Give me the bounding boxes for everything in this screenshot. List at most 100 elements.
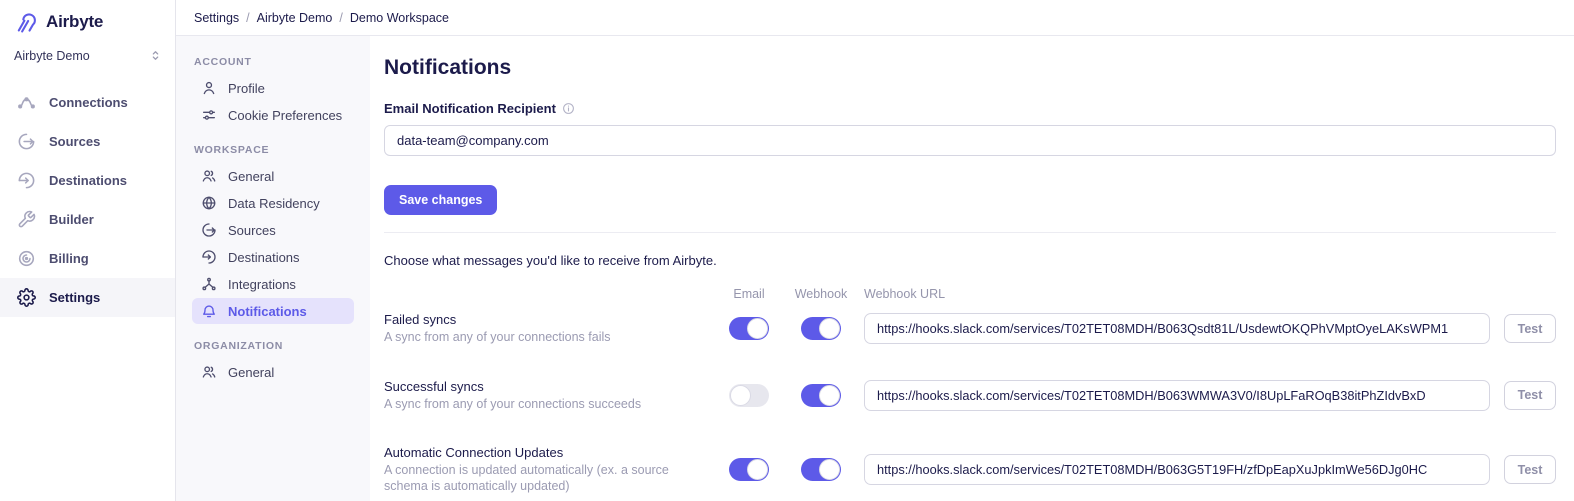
notification-description: A sync from any of your connections fail… xyxy=(384,330,710,346)
sidebar-item-billing[interactable]: Billing xyxy=(0,239,175,278)
sliders-icon xyxy=(201,107,217,123)
email-column-header: Email xyxy=(720,287,778,301)
users-icon xyxy=(201,364,217,380)
webhook-url-input[interactable] xyxy=(864,313,1490,344)
webhook-toggle-knob xyxy=(819,385,840,406)
save-changes-button[interactable]: Save changes xyxy=(384,185,497,215)
email-recipient-label: Email Notification Recipient xyxy=(384,101,1556,116)
settings-nav-item-label: Data Residency xyxy=(228,196,320,211)
notifications-table: Failed syncs A sync from any of your conn… xyxy=(384,312,1556,495)
settings-nav-item-cookie-preferences[interactable]: Cookie Preferences xyxy=(192,102,354,128)
webhook-url-input[interactable] xyxy=(864,454,1490,485)
test-button[interactable]: Test xyxy=(1504,455,1556,484)
integrations-icon xyxy=(201,276,217,292)
chevrons-updown-icon xyxy=(148,48,163,63)
app-window: Airbyte Airbyte Demo Connections Sources D… xyxy=(0,0,1574,501)
main-nav: Connections Sources Destinations Builder Bil… xyxy=(0,83,175,317)
workspace-selector[interactable]: Airbyte Demo xyxy=(0,38,175,73)
notifications-table-header: Email Webhook Webhook URL xyxy=(384,287,1556,301)
settings-nav-item-general[interactable]: General xyxy=(192,359,354,385)
airbyte-logo-icon xyxy=(14,9,39,34)
settings-nav-item-sources[interactable]: Sources xyxy=(192,217,354,243)
email-toggle[interactable] xyxy=(729,384,769,407)
email-toggle[interactable] xyxy=(729,458,769,481)
airbyte-logo[interactable]: Airbyte xyxy=(0,0,175,38)
notifications-intro-text: Choose what messages you'd like to recei… xyxy=(384,253,1556,268)
settings-nav-item-profile[interactable]: Profile xyxy=(192,75,354,101)
destinations-icon xyxy=(17,171,36,190)
settings-nav-item-destinations[interactable]: Destinations xyxy=(192,244,354,270)
connections-icon xyxy=(17,93,36,112)
webhook-toggle[interactable] xyxy=(801,384,841,407)
notification-row-automatic-connection-updates: Automatic Connection Updates A connection… xyxy=(384,445,1556,494)
globe-icon xyxy=(201,195,217,211)
notification-title: Successful syncs xyxy=(384,379,710,394)
email-toggle-knob xyxy=(747,459,768,480)
test-button[interactable]: Test xyxy=(1504,381,1556,410)
webhook-column-header: Webhook xyxy=(790,287,852,301)
settings-nav-item-notifications[interactable]: Notifications xyxy=(192,298,354,324)
sidebar-item-label: Builder xyxy=(49,212,94,227)
settings-section-title: WORKSPACE xyxy=(194,144,354,156)
sources-icon xyxy=(17,132,36,151)
webhook-toggle-knob xyxy=(819,318,840,339)
webhook-toggle[interactable] xyxy=(801,458,841,481)
email-toggle-knob xyxy=(730,385,751,406)
notification-row-successful-syncs: Successful syncs A sync from any of your … xyxy=(384,379,1556,413)
sidebar-item-sources[interactable]: Sources xyxy=(0,122,175,161)
test-button[interactable]: Test xyxy=(1504,314,1556,343)
email-recipient-input[interactable] xyxy=(384,125,1556,156)
sidebar-item-builder[interactable]: Builder xyxy=(0,200,175,239)
billing-icon xyxy=(17,249,36,268)
section-divider xyxy=(384,232,1556,233)
notification-description: A connection is updated automatically (e… xyxy=(384,463,710,494)
settings-section-title: ACCOUNT xyxy=(194,56,354,68)
email-toggle-knob xyxy=(747,318,768,339)
webhook-toggle-knob xyxy=(819,459,840,480)
airbyte-logo-text: Airbyte xyxy=(46,12,103,32)
workspace-selector-label: Airbyte Demo xyxy=(14,49,90,63)
sidebar-item-label: Settings xyxy=(49,290,100,305)
webhook-toggle[interactable] xyxy=(801,317,841,340)
webhook-url-column-header: Webhook URL xyxy=(864,287,1490,301)
settings-nav-item-general[interactable]: General xyxy=(192,163,354,189)
sidebar-item-label: Connections xyxy=(49,95,128,110)
settings-nav-item-integrations[interactable]: Integrations xyxy=(192,271,354,297)
email-toggle[interactable] xyxy=(729,317,769,340)
destinations-icon xyxy=(201,249,217,265)
settings-nav-item-label: Cookie Preferences xyxy=(228,108,342,123)
notification-title: Failed syncs xyxy=(384,312,710,327)
breadcrumb: Settings/Airbyte Demo/Demo Workspace xyxy=(194,11,449,25)
email-recipient-label-text: Email Notification Recipient xyxy=(384,101,556,116)
notification-title: Automatic Connection Updates xyxy=(384,445,710,460)
top-bar: Settings/Airbyte Demo/Demo Workspace xyxy=(176,0,1574,36)
breadcrumb-separator: / xyxy=(246,11,249,25)
settings-nav-item-label: Destinations xyxy=(228,250,300,265)
sidebar-item-label: Sources xyxy=(49,134,100,149)
notification-description: A sync from any of your connections succ… xyxy=(384,397,710,413)
user-icon xyxy=(201,80,217,96)
users-icon xyxy=(201,168,217,184)
settings-nav-item-data-residency[interactable]: Data Residency xyxy=(192,190,354,216)
settings-nav-item-label: Notifications xyxy=(228,304,307,319)
page-title: Notifications xyxy=(384,56,1556,80)
left-sidebar: Airbyte Airbyte Demo Connections Sources D… xyxy=(0,0,176,501)
sidebar-item-destinations[interactable]: Destinations xyxy=(0,161,175,200)
notification-row-failed-syncs: Failed syncs A sync from any of your conn… xyxy=(384,312,1556,346)
settings-nav-item-label: Integrations xyxy=(228,277,296,292)
settings-nav-item-label: Sources xyxy=(228,223,276,238)
settings-icon xyxy=(17,288,36,307)
settings-section-title: ORGANIZATION xyxy=(194,340,354,352)
bell-icon xyxy=(201,303,217,319)
breadcrumb-item-airbyte-demo[interactable]: Airbyte Demo xyxy=(257,11,333,25)
webhook-url-input[interactable] xyxy=(864,380,1490,411)
builder-icon xyxy=(17,210,36,229)
sources-icon xyxy=(201,222,217,238)
sidebar-item-label: Billing xyxy=(49,251,89,266)
breadcrumb-item-settings[interactable]: Settings xyxy=(194,11,239,25)
sidebar-item-connections[interactable]: Connections xyxy=(0,83,175,122)
breadcrumb-item-demo-workspace: Demo Workspace xyxy=(350,11,449,25)
info-icon xyxy=(562,102,575,115)
sidebar-item-settings[interactable]: Settings xyxy=(0,278,175,317)
notifications-page: Notifications Email Notification Recipie… xyxy=(370,36,1574,501)
